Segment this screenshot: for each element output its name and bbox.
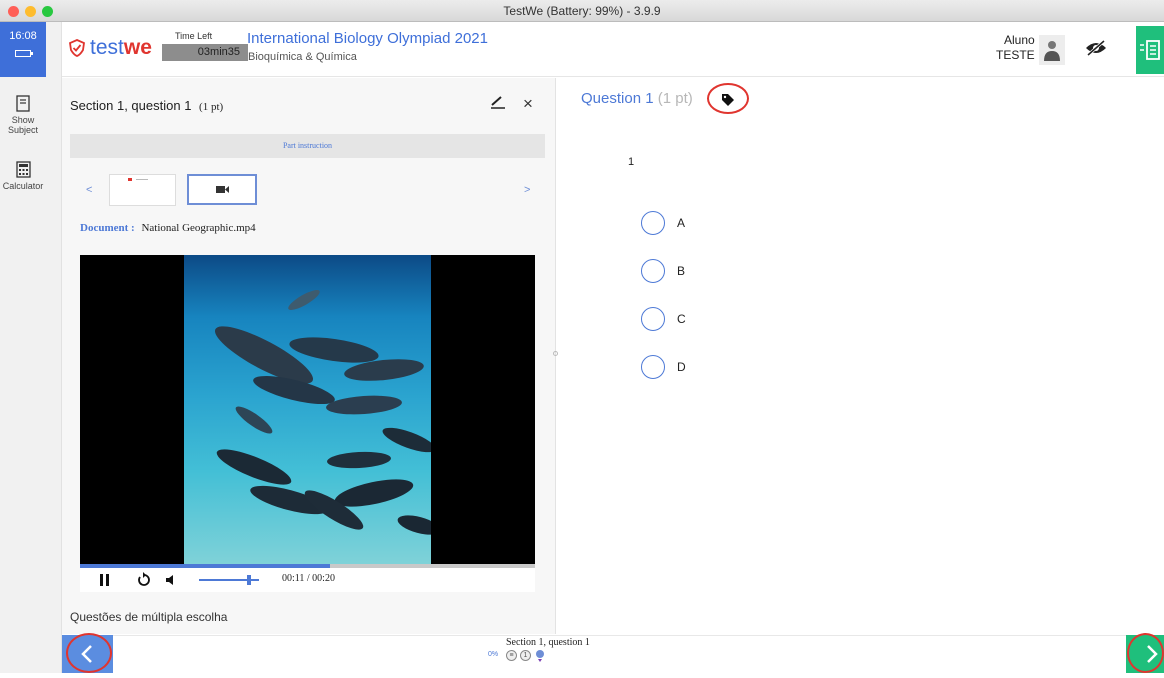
user-last-name: TESTE [996, 48, 1035, 62]
radio-b[interactable] [641, 259, 665, 283]
hide-visibility-icon[interactable] [1085, 39, 1107, 61]
answer-option-a[interactable]: A [641, 211, 685, 235]
document-line: Document : National Geographic.mp4 [80, 222, 256, 234]
video-time-display: 00:11 / 00:20 [282, 573, 335, 584]
app-header: test we Time Left 03min35 International B… [62, 22, 1164, 77]
document-thumbnail[interactable] [109, 174, 176, 206]
footer-bar [62, 635, 1164, 673]
volume-slider-track[interactable] [199, 575, 259, 585]
question-number: Question 1 [581, 90, 654, 107]
window-title: TestWe (Battery: 99%) - 3.9.9 [503, 4, 661, 18]
subject-panel: Section 1, question 1 (1 pt) × Part inst… [62, 78, 556, 634]
exam-subtitle: Bioquímica & Química [248, 51, 357, 63]
calculator-button[interactable]: Calculator [0, 161, 46, 191]
clock-widget: 16:08 [0, 22, 46, 77]
panel-toggle-button[interactable] [1136, 26, 1164, 74]
question-type-label: Questões de múltipla escolha [70, 610, 228, 624]
pause-icon[interactable] [93, 568, 117, 592]
calculator-label: Calculator [2, 181, 44, 191]
exam-title: International Biology Olympiad 2021 [247, 30, 488, 47]
tag-icon[interactable] [707, 83, 749, 114]
video-camera-icon [216, 186, 229, 193]
chevron-right-icon[interactable]: > [524, 184, 530, 196]
left-rail: 16:08 Show Subject Calculator [0, 22, 62, 673]
answer-label-a: A [677, 216, 686, 230]
section-points: (1 pt) [199, 101, 224, 113]
clock-time: 16:08 [9, 30, 37, 42]
document-label: Document : [80, 222, 135, 234]
radio-a[interactable] [641, 211, 665, 235]
shield-check-icon [69, 39, 85, 57]
footer-page-indicator[interactable]: 1 [520, 650, 531, 661]
zoom-window-button[interactable] [42, 6, 53, 17]
highlight-ring-next [1127, 633, 1164, 673]
replay-icon[interactable] [132, 568, 156, 592]
close-icon[interactable]: × [523, 94, 533, 114]
volume-icon[interactable] [160, 568, 184, 592]
section-title-text: Section 1, question 1 [70, 98, 192, 113]
footer-list-icon[interactable]: ≡ [506, 650, 517, 661]
chevron-left-icon[interactable]: < [86, 184, 92, 196]
user-icon [1044, 41, 1060, 61]
question-points: (1 pt) [657, 90, 693, 107]
location-marker-icon [536, 650, 544, 662]
answer-option-d[interactable]: D [641, 355, 686, 379]
video-thumbnail[interactable] [187, 174, 257, 205]
calculator-icon [15, 161, 31, 178]
time-left-value: 03min35 [162, 44, 248, 61]
footer-section-label: Section 1, question 1 [506, 637, 590, 648]
avatar[interactable] [1039, 35, 1065, 65]
document-name: National Geographic.mp4 [141, 222, 256, 234]
logo-suffix: we [123, 36, 152, 59]
show-subject-label: Show Subject [7, 115, 39, 135]
answer-label-d: D [677, 360, 686, 374]
highlight-ring-prev [66, 633, 112, 673]
battery-icon [15, 50, 33, 57]
time-left-label: Time Left [175, 31, 213, 41]
radio-c[interactable] [641, 307, 665, 331]
radio-d[interactable] [641, 355, 665, 379]
video-controls: 00:11 / 00:20 [80, 568, 535, 592]
volume-slider-thumb[interactable] [247, 575, 251, 585]
panel-splitter[interactable] [553, 351, 558, 356]
show-subject-button[interactable]: Show Subject [0, 95, 46, 135]
answer-option-b[interactable]: B [641, 259, 685, 283]
testwe-logo: test we [68, 36, 152, 60]
logo-prefix: test [90, 36, 124, 59]
minimize-window-button[interactable] [25, 6, 36, 17]
footer-progress-percent: 0% [488, 651, 499, 658]
part-instruction-bar[interactable]: Part instruction [70, 134, 545, 158]
answer-option-c[interactable]: C [641, 307, 686, 331]
close-window-button[interactable] [8, 6, 19, 17]
video-frame [184, 255, 441, 564]
answer-label-c: C [677, 312, 686, 326]
window-title-bar: TestWe (Battery: 99%) - 3.9.9 [0, 0, 1164, 22]
user-name: Aluno TESTE [996, 33, 1035, 63]
question-title: Question 1 (1 pt) [581, 90, 693, 107]
video-player[interactable] [80, 255, 535, 564]
user-first-name: Aluno [1003, 33, 1035, 47]
section-title: Section 1, question 1 (1 pt) [70, 98, 223, 113]
dolphins-image [214, 290, 441, 535]
pencil-icon[interactable] [490, 95, 506, 114]
document-icon [16, 95, 30, 112]
question-text: 1 [628, 156, 635, 168]
list-panel-icon [1140, 40, 1160, 60]
answer-label-b: B [677, 264, 686, 278]
